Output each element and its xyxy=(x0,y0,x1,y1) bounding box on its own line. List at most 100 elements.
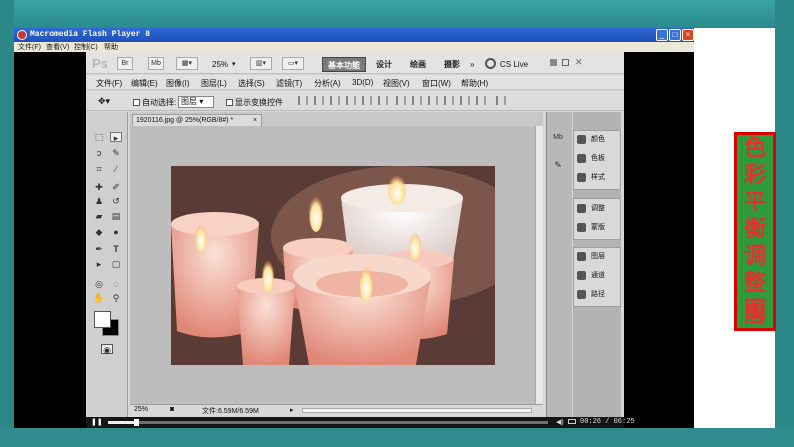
menu-item-analysis[interactable]: 分析(A) xyxy=(314,78,341,89)
align-vcenter-icon[interactable] xyxy=(314,96,324,105)
panel-paths[interactable]: 路径 xyxy=(577,289,605,301)
tab-close-icon[interactable]: × xyxy=(253,115,257,126)
seek-bar[interactable] xyxy=(108,421,548,424)
move-tool-icon[interactable]: ✥▾ xyxy=(98,96,110,107)
align-top-icon[interactable] xyxy=(298,96,308,105)
3d-rotate-tool-icon[interactable]: ◎ xyxy=(93,279,105,289)
cs-live-label[interactable]: CS Live xyxy=(500,60,528,69)
auto-select-option[interactable]: 自动选择: xyxy=(133,97,176,108)
history-brush-tool-icon[interactable]: ↺ xyxy=(110,196,122,206)
arrange-documents-icon[interactable]: ▥▾ xyxy=(250,57,272,70)
pen-tool-icon[interactable]: ✒ xyxy=(93,244,105,254)
3d-orbit-tool-icon[interactable]: ◌ xyxy=(110,279,122,289)
zoom-tool-icon[interactable]: ⚲ xyxy=(110,293,122,303)
workspace-painting[interactable]: 绘画 xyxy=(405,57,431,72)
document-tab[interactable]: 1920116.jpg @ 25%(RGB/8#) * × xyxy=(132,114,262,126)
panel-swatches[interactable]: 色板 xyxy=(577,153,605,165)
menu-file[interactable]: 文件(F) xyxy=(18,42,41,52)
panel-layers[interactable]: 图层 xyxy=(577,251,605,263)
status-menu-arrow-icon[interactable]: ▸ xyxy=(290,406,294,414)
menu-item-edit[interactable]: 编辑(E) xyxy=(131,78,158,89)
marquee-tool-icon[interactable]: ⬚ xyxy=(93,132,105,142)
view-extras-icon[interactable]: ▦▾ xyxy=(176,57,198,70)
foreground-color-swatch[interactable] xyxy=(94,311,111,328)
auto-select-target-select[interactable]: 图层 ▾ xyxy=(178,96,214,108)
menu-item-view[interactable]: 视图(V) xyxy=(383,78,410,89)
minibridge-icon[interactable]: Mb xyxy=(148,57,164,70)
quick-mask-icon[interactable]: ◉ xyxy=(101,344,113,355)
menu-item-image[interactable]: 图像(I) xyxy=(166,78,190,89)
history-panel-icon[interactable]: ✎ xyxy=(552,160,564,170)
align-right-icon[interactable] xyxy=(378,96,388,105)
chevron-down-icon[interactable]: ▾ xyxy=(232,60,236,68)
distribute-vcenter-icon[interactable] xyxy=(412,96,422,105)
quick-select-tool-icon[interactable]: ✎ xyxy=(110,148,122,158)
move-tool-icon[interactable]: ▸ xyxy=(110,132,122,143)
eyedropper-tool-icon[interactable]: ⁄ xyxy=(110,164,122,174)
minimize-icon[interactable] xyxy=(550,59,557,66)
healing-brush-tool-icon[interactable]: ✚ xyxy=(93,182,105,192)
align-hcenter-icon[interactable] xyxy=(362,96,372,105)
panel-masks[interactable]: 蒙版 xyxy=(577,222,605,234)
panel-channels[interactable]: 通道 xyxy=(577,270,605,282)
menu-item-3d[interactable]: 3D(D) xyxy=(352,78,373,87)
minimize-button[interactable]: _ xyxy=(656,29,668,41)
gradient-tool-icon[interactable]: ▤ xyxy=(110,211,122,221)
horizontal-scrollbar[interactable] xyxy=(302,408,532,413)
lasso-tool-icon[interactable]: ↄ xyxy=(93,148,105,158)
distribute-right-icon[interactable] xyxy=(476,96,486,105)
show-transform-checkbox[interactable] xyxy=(226,99,233,107)
show-transform-option[interactable]: 显示变换控件 xyxy=(226,97,283,108)
hand-tool-icon[interactable]: ✋ xyxy=(93,293,105,303)
maximize-button[interactable]: □ xyxy=(669,29,681,41)
menu-item-filter[interactable]: 滤镜(T) xyxy=(276,78,302,89)
close-button[interactable]: × xyxy=(682,29,694,41)
panel-color[interactable]: 颜色 xyxy=(577,134,605,146)
distribute-left-icon[interactable] xyxy=(444,96,454,105)
crop-tool-icon[interactable]: ⌗ xyxy=(93,164,105,174)
distribute-bottom-icon[interactable] xyxy=(428,96,438,105)
screen-mode-icon[interactable]: ▭▾ xyxy=(282,57,304,70)
zoom-level-select[interactable]: 25% xyxy=(212,60,228,69)
minibridge-panel-icon[interactable]: Mb xyxy=(552,133,564,143)
distribute-top-icon[interactable] xyxy=(396,96,406,105)
volume-icon[interactable]: ◀) xyxy=(556,418,564,426)
blur-tool-icon[interactable]: ◆ xyxy=(93,227,105,237)
shape-tool-icon[interactable]: ▢ xyxy=(110,259,122,269)
menu-item-layer[interactable]: 图层(L) xyxy=(201,78,227,89)
menu-item-select[interactable]: 选择(S) xyxy=(238,78,265,89)
restore-icon[interactable] xyxy=(562,59,569,66)
type-tool-icon[interactable]: T xyxy=(110,244,122,254)
seek-knob[interactable] xyxy=(134,419,139,426)
path-select-tool-icon[interactable]: ▸ xyxy=(93,259,105,269)
distribute-hcenter-icon[interactable] xyxy=(460,96,470,105)
menu-item-help[interactable]: 帮助(H) xyxy=(461,78,488,89)
align-bottom-icon[interactable] xyxy=(330,96,340,105)
menu-help[interactable]: 帮助 xyxy=(104,42,118,52)
panel-adjustments[interactable]: 调整 xyxy=(577,203,605,215)
flash-player-icon xyxy=(17,30,27,40)
status-zoom[interactable]: 25% xyxy=(134,406,148,413)
close-icon[interactable]: ✕ xyxy=(575,57,583,68)
menu-control[interactable]: 控制(C) xyxy=(74,42,98,52)
pause-icon[interactable]: ❚❚ xyxy=(91,418,103,426)
brush-tool-icon[interactable]: ✐ xyxy=(110,182,122,192)
menu-view[interactable]: 查看(V) xyxy=(46,42,69,52)
workspace-photography[interactable]: 摄影 xyxy=(439,57,465,72)
workspace-overflow-icon[interactable]: » xyxy=(470,60,474,69)
auto-select-checkbox[interactable] xyxy=(133,99,140,107)
ps-logo: Ps xyxy=(92,56,108,71)
workspace-design[interactable]: 设计 xyxy=(371,57,397,72)
vertical-scrollbar[interactable] xyxy=(535,126,543,404)
menu-item-window[interactable]: 窗口(W) xyxy=(422,78,451,89)
auto-align-icon[interactable] xyxy=(496,96,506,105)
clone-stamp-tool-icon[interactable]: ♟ xyxy=(93,196,105,206)
eraser-tool-icon[interactable]: ▰ xyxy=(93,211,105,221)
menu-item-file[interactable]: 文件(F) xyxy=(96,78,122,89)
workspace-essentials[interactable]: 基本功能 xyxy=(322,57,366,72)
align-left-icon[interactable] xyxy=(346,96,356,105)
dodge-tool-icon[interactable]: ● xyxy=(110,227,122,237)
bridge-icon[interactable]: Br xyxy=(117,57,133,70)
fullscreen-icon[interactable] xyxy=(568,419,576,424)
panel-styles[interactable]: 样式 xyxy=(577,172,605,184)
